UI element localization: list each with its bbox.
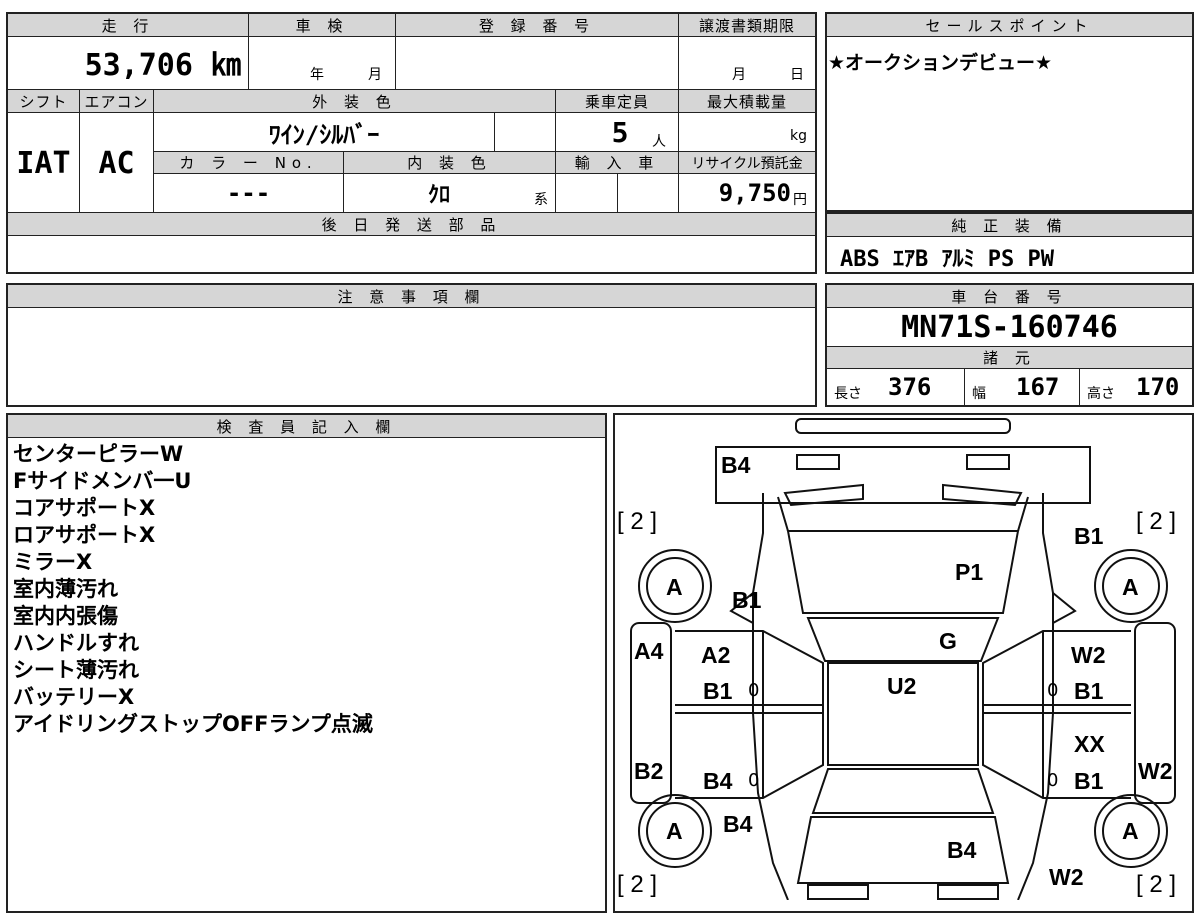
right-front-door-grade-1: W2 (1071, 642, 1106, 668)
inspection-month: 月 (368, 67, 382, 83)
right-rear-fender-grade: W2 (1049, 864, 1084, 890)
recycle-header: リサイクル預託金 (679, 152, 815, 173)
left-rear-door-grade: B4 (703, 768, 733, 794)
rear-gate-grade: B4 (947, 837, 977, 863)
exterior-color-value: ﾜｲﾝ/ｼﾙﾊﾞｰ (268, 120, 380, 149)
left-front-door-mark: 0 (748, 680, 760, 701)
interior-color-value: ｸﾛ (427, 183, 450, 208)
tire-front-left: A (666, 574, 683, 600)
recycle-value: 9,750 (718, 179, 791, 207)
hood-grade: P1 (955, 559, 984, 585)
left-rear-fender-grade: B4 (723, 811, 753, 837)
note-line: Fサイドメンバ一U (13, 469, 192, 493)
specs-header: 諸 元 (827, 347, 1192, 368)
mileage-header: 走 行 (8, 14, 248, 36)
note-line: ロアサポートX (13, 523, 156, 547)
rear-left-bracket: [ 2 ] (617, 871, 658, 898)
interior-color-suffix: 系 (534, 192, 548, 208)
inspector-header: 検 査 員 記 入 欄 (8, 415, 605, 437)
mileage-value: 53,706 ㎞ (84, 48, 241, 83)
later-parts-header: 後 日 発 送 部 品 (8, 213, 815, 235)
height-value: 170 (1136, 373, 1180, 401)
front-left-bracket: [ 2 ] (617, 508, 658, 535)
chassis-number: MN71S-160746 (901, 309, 1118, 345)
left-rocker-grade: B2 (634, 758, 664, 784)
rear-right-bracket: [ 2 ] (1136, 871, 1177, 898)
right-rocker-grade: W2 (1138, 758, 1173, 784)
color-no-value: --- (226, 179, 271, 207)
note-line: 室内薄汚れ (13, 577, 118, 601)
note-line: センターピラーW (13, 442, 184, 466)
right-front-fender-grade: B1 (1074, 523, 1104, 549)
import-header: 輸 入 車 (556, 152, 678, 173)
tire-rear-right: A (1122, 818, 1139, 844)
interior-color-header: 内 装 色 (344, 152, 555, 173)
front-bumper-grade: B4 (721, 452, 751, 478)
shift-header: シフト (8, 90, 79, 112)
left-pillar-grade: A4 (634, 638, 664, 664)
shift-value: IAT (16, 145, 71, 181)
left-front-door-grade-2: B1 (703, 678, 733, 704)
right-rear-door-grade-1: XX (1074, 731, 1105, 757)
registration-header: 登 録 番 号 (396, 14, 678, 36)
tire-front-right: A (1122, 574, 1139, 600)
capacity-unit: 人 (652, 134, 666, 150)
length-value: 376 (888, 373, 932, 401)
length-label: 長さ (834, 386, 862, 402)
capacity-header: 乗車定員 (556, 90, 678, 112)
width-label: 幅 (972, 386, 986, 402)
sales-point-box (825, 12, 1194, 212)
aircon-header: エアコン (80, 90, 153, 112)
inspection-header: 車 検 (249, 14, 395, 36)
right-front-door-grade-2: B1 (1074, 678, 1104, 704)
note-line: ミラーX (13, 550, 93, 574)
inspector-notes: センターピラーW Fサイドメンバ一U コアサポートX ロアサポートX ミラーX … (13, 441, 373, 738)
right-rear-door-grade-2: B1 (1074, 768, 1104, 794)
transfer-deadline-header: 譲渡書類期限 (679, 14, 815, 36)
transfer-day: 日 (790, 67, 804, 83)
front-right-bracket: [ 2 ] (1136, 508, 1177, 535)
chassis-header: 車 台 番 号 (827, 285, 1192, 307)
roof-grade: U2 (887, 673, 917, 699)
height-label: 高さ (1087, 386, 1115, 402)
equipment-header: 純 正 装 備 (827, 214, 1192, 236)
equipment-text: ABS ｴｱB ｱﾙﾐ PS PW (840, 247, 1054, 272)
left-front-door-grade-1: A2 (701, 642, 731, 668)
exterior-color-header: 外 装 色 (154, 90, 555, 112)
windshield-grade: G (939, 628, 957, 654)
sales-point-header: セールスポイント (827, 14, 1192, 36)
inspection-year: 年 (310, 67, 324, 83)
tire-rear-left: A (666, 818, 683, 844)
max-load-header: 最大積載量 (679, 90, 815, 112)
width-value: 167 (1016, 373, 1060, 401)
left-front-fender-grade: B1 (732, 587, 762, 613)
capacity-value: 5 (611, 115, 629, 149)
note-line: バッテリーX (13, 685, 135, 709)
note-line: コアサポートX (13, 496, 156, 520)
right-front-door-mark: 0 (1047, 680, 1059, 701)
transfer-month: 月 (732, 67, 746, 83)
sales-point-text: ★オークションデビュー★ (828, 52, 1053, 74)
note-line: ハンドルすれ (13, 631, 139, 655)
note-line: 室内内張傷 (13, 604, 118, 628)
caution-header: 注 意 事 項 欄 (8, 285, 815, 307)
left-rear-door-mark: 0 (748, 770, 760, 791)
right-rear-door-mark: 0 (1047, 770, 1059, 791)
note-line: アイドリングストップOFFランプ点滅 (13, 712, 373, 736)
color-no-header: カ ラ ー No. (154, 152, 343, 173)
aircon-value: AC (98, 145, 135, 181)
max-load-unit: kg (790, 128, 807, 144)
note-line: シート薄汚れ (13, 658, 139, 682)
recycle-unit: 円 (793, 192, 807, 208)
